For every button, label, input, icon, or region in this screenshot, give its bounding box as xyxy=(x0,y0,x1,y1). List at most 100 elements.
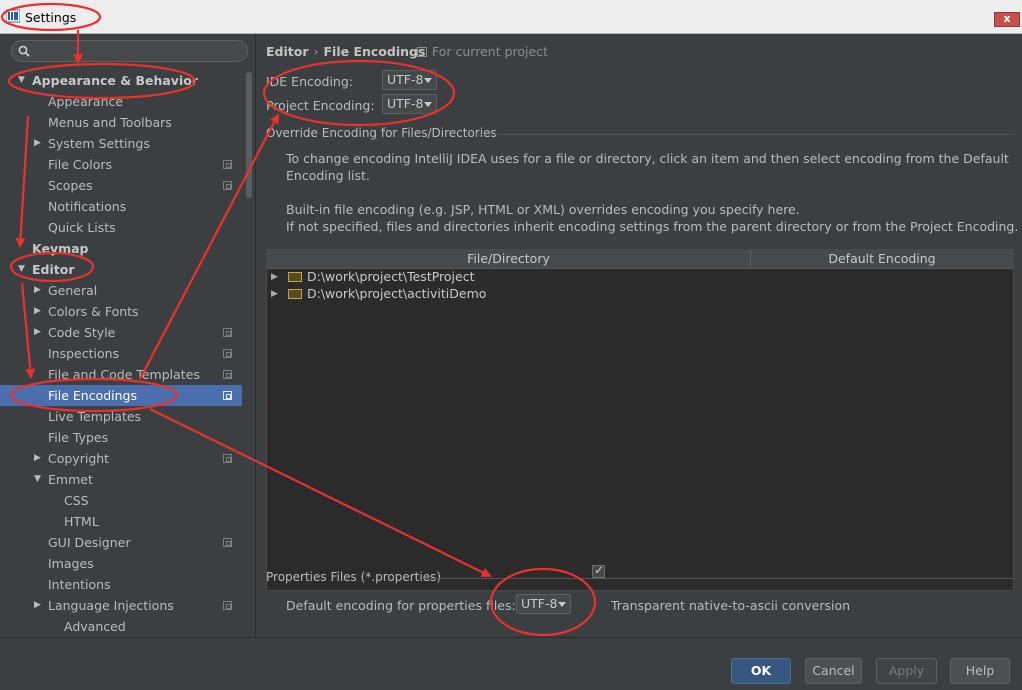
triangle-right-icon[interactable]: ▶ xyxy=(34,322,41,343)
triangle-right-icon[interactable]: ▶ xyxy=(34,448,41,469)
sidebar-item-label: Colors & Fonts xyxy=(48,304,139,319)
properties-encoding-label: Default encoding for properties files: xyxy=(286,598,516,613)
project-scope-icon xyxy=(223,454,232,463)
sidebar-item-html[interactable]: HTML xyxy=(0,511,242,532)
sidebar-item-label: Editor xyxy=(32,262,75,277)
cancel-button[interactable]: Cancel xyxy=(805,658,862,684)
project-scope-icon xyxy=(223,328,232,337)
sidebar-item-label: Copyright xyxy=(48,451,110,466)
properties-encoding-select[interactable]: UTF-8 xyxy=(516,594,571,614)
sidebar-item-general[interactable]: ▶ General xyxy=(0,280,242,301)
search-box[interactable] xyxy=(11,40,248,62)
checkmark-icon: ✓ xyxy=(594,563,605,577)
sidebar-item-label: Scopes xyxy=(48,178,93,193)
override-group-divider xyxy=(474,134,1014,135)
row-path: D:\work\project\TestProject xyxy=(307,269,475,284)
sidebar-item-file-types[interactable]: File Types xyxy=(0,427,242,448)
column-default-encoding[interactable]: Default Encoding xyxy=(751,250,1013,268)
sidebar-item-label: Appearance xyxy=(48,94,124,109)
triangle-right-icon[interactable]: ▶ xyxy=(34,595,41,616)
sidebar-item-label: File Encodings xyxy=(48,388,138,403)
sidebar-item-label: CSS xyxy=(64,493,89,508)
triangle-right-icon[interactable]: ▶ xyxy=(34,133,41,154)
sidebar-item-file-colors[interactable]: File Colors xyxy=(0,154,242,175)
table-row[interactable]: ▶ D:\work\project\TestProject xyxy=(267,268,1013,286)
sidebar-item-inspections[interactable]: Inspections xyxy=(0,343,242,364)
triangle-down-icon[interactable]: ▼ xyxy=(18,70,25,91)
sidebar-item-live-templates[interactable]: Live Templates xyxy=(0,406,242,427)
sidebar-item-colors-and-fonts[interactable]: ▶ Colors & Fonts xyxy=(0,301,242,322)
triangle-down-icon[interactable]: ▼ xyxy=(34,469,41,490)
sidebar-item-copyright[interactable]: ▶ Copyright xyxy=(0,448,242,469)
sidebar-item-notifications[interactable]: Notifications xyxy=(0,196,242,217)
row-path: D:\work\project\activitiDemo xyxy=(307,286,487,301)
ide-encoding-select[interactable]: UTF-8 xyxy=(382,70,437,90)
triangle-down-icon[interactable]: ▼ xyxy=(18,259,25,280)
sidebar-item-label: Menus and Toolbars xyxy=(48,115,172,130)
override-description-2: Built-in file encoding (e.g. JSP, HTML o… xyxy=(286,201,1018,235)
sidebar-item-label: Language Injections xyxy=(48,598,174,613)
sidebar-item-file-encodings[interactable]: File Encodings xyxy=(0,385,242,406)
project-encoding-select[interactable]: UTF-8 xyxy=(382,94,437,114)
sidebar-item-label: Emmet xyxy=(48,472,93,487)
sidebar-item-appearance[interactable]: Appearance xyxy=(0,91,242,112)
native-to-ascii-checkbox[interactable]: ✓ xyxy=(592,563,605,578)
chevron-down-icon xyxy=(558,602,566,607)
title-bar: Settings x xyxy=(0,0,1022,34)
sidebar-item-label: Notifications xyxy=(48,199,127,214)
sidebar-item-emmet[interactable]: ▼ Emmet xyxy=(0,469,242,490)
sidebar-item-gui-designer[interactable]: GUI Designer xyxy=(0,532,242,553)
apply-button[interactable]: Apply xyxy=(876,658,937,684)
sidebar-item-label: Intentions xyxy=(48,577,111,592)
help-button[interactable]: Help xyxy=(950,658,1010,684)
sidebar-item-file-and-code-templates[interactable]: File and Code Templates xyxy=(0,364,242,385)
sidebar-item-advanced[interactable]: Advanced xyxy=(0,616,242,637)
sidebar-item-intentions[interactable]: Intentions xyxy=(0,574,242,595)
sidebar-item-scopes[interactable]: Scopes xyxy=(0,175,242,196)
sidebar-item-appearance-and-behavior[interactable]: ▼ Appearance & Behavior xyxy=(0,70,242,91)
sidebar-item-label: Images xyxy=(48,556,94,571)
sidebar-item-label: Quick Lists xyxy=(48,220,116,235)
sidebar-item-quick-lists[interactable]: Quick Lists xyxy=(0,217,242,238)
triangle-right-icon[interactable]: ▶ xyxy=(271,285,278,303)
project-scope-icon xyxy=(223,538,232,547)
triangle-right-icon[interactable]: ▶ xyxy=(34,280,41,301)
sidebar-scrollbar-thumb[interactable] xyxy=(246,72,252,198)
folder-icon xyxy=(288,289,302,299)
native-to-ascii-label: Transparent native-to-ascii conversion xyxy=(611,598,851,613)
scope-label: For current project xyxy=(432,44,548,59)
override-description-2-line-2: If not specified, files and directories … xyxy=(286,219,1019,234)
sidebar-item-label: General xyxy=(48,283,98,298)
triangle-right-icon[interactable]: ▶ xyxy=(34,301,41,322)
page-title: File Encodings xyxy=(323,44,426,59)
breadcrumb: Editor › File Encodings xyxy=(266,44,425,59)
project-scope-icon xyxy=(417,46,427,57)
override-description-1-line-1: To change encoding IntelliJ IDEA uses fo… xyxy=(286,151,1009,166)
project-scope-icon xyxy=(223,160,232,169)
triangle-right-icon[interactable]: ▶ xyxy=(271,268,278,286)
scope-note: For current project xyxy=(417,44,548,59)
sidebar-item-label: File Colors xyxy=(48,157,113,172)
sidebar-item-menus-and-toolbars[interactable]: Menus and Toolbars xyxy=(0,112,242,133)
sidebar-item-keymap[interactable]: Keymap xyxy=(0,238,242,259)
search-input[interactable] xyxy=(36,43,236,59)
sidebar-item-system-settings[interactable]: ▶ System Settings xyxy=(0,133,242,154)
table-row[interactable]: ▶ D:\work\project\activitiDemo xyxy=(267,285,1013,303)
sidebar-item-language-injections[interactable]: ▶ Language Injections xyxy=(0,595,242,616)
project-scope-icon xyxy=(223,349,232,358)
sidebar-item-css[interactable]: CSS xyxy=(0,490,242,511)
project-scope-icon xyxy=(223,601,232,610)
sidebar-item-code-style[interactable]: ▶ Code Style xyxy=(0,322,242,343)
column-file-directory[interactable]: File/Directory xyxy=(267,250,750,268)
close-button[interactable]: x xyxy=(994,12,1020,27)
project-scope-icon xyxy=(223,391,232,400)
ok-button[interactable]: OK xyxy=(731,658,791,684)
sidebar-item-editor[interactable]: ▼ Editor xyxy=(0,259,242,280)
encoding-table[interactable]: File/Directory Default Encoding ▶ D:\wor… xyxy=(266,249,1014,591)
chevron-down-icon xyxy=(424,102,432,107)
sidebar-item-images[interactable]: Images xyxy=(0,553,242,574)
magnifier-icon xyxy=(18,45,30,57)
sidebar-item-label: Live Templates xyxy=(48,409,142,424)
override-description-1-line-2: Encoding list. xyxy=(286,168,370,183)
breadcrumb-parent: Editor xyxy=(266,44,309,59)
